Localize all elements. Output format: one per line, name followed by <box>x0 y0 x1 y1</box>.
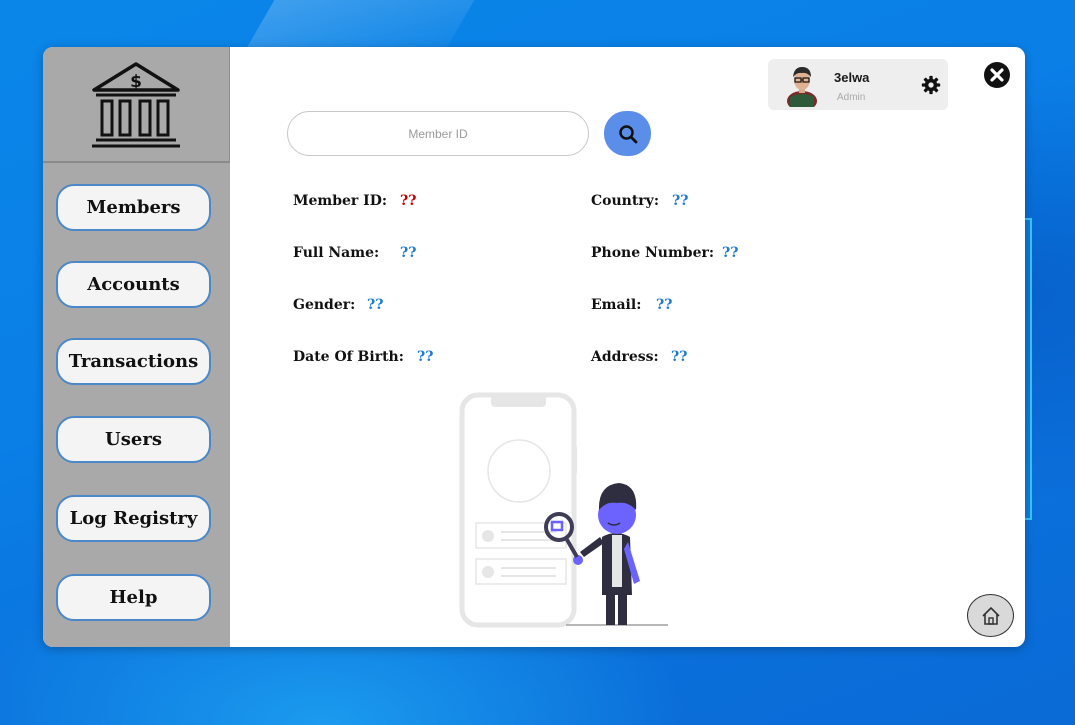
search-button[interactable] <box>604 111 651 156</box>
nav-transactions-button[interactable]: Transactions <box>56 338 211 385</box>
logo-area: $ <box>43 47 230 163</box>
user-profile-card: 3elwa Admin <box>768 59 948 110</box>
nav-accounts-button[interactable]: Accounts <box>56 261 211 308</box>
full-name-label: Full Name: <box>293 245 380 261</box>
nav-members-button[interactable]: Members <box>56 184 211 231</box>
nav-help-button[interactable]: Help <box>56 574 211 621</box>
gear-icon[interactable] <box>921 75 941 95</box>
avatar <box>786 63 818 107</box>
search-illustration <box>459 392 668 628</box>
phone-number-value: ?? <box>722 245 739 261</box>
date-of-birth-value: ?? <box>417 349 434 365</box>
nav-users-button[interactable]: Users <box>56 416 211 463</box>
nav-log-registry-button[interactable]: Log Registry <box>56 495 211 542</box>
search-icon <box>618 124 637 143</box>
close-icon[interactable] <box>983 61 1011 89</box>
user-role: Admin <box>837 92 866 103</box>
member-id-search-input[interactable] <box>287 111 589 156</box>
user-name: 3elwa <box>834 70 870 85</box>
phone-number-label: Phone Number: <box>591 245 715 261</box>
gender-value: ?? <box>367 297 384 313</box>
address-value: ?? <box>671 349 688 365</box>
address-label: Address: <box>591 349 659 365</box>
member-id-value: ?? <box>400 193 417 209</box>
country-value: ?? <box>672 193 689 209</box>
gender-label: Gender: <box>293 297 356 313</box>
date-of-birth-label: Date Of Birth: <box>293 349 404 365</box>
country-label: Country: <box>591 193 659 209</box>
app-window: $ Members Accounts Transactions Users Lo… <box>43 47 1025 647</box>
bank-icon: $ <box>92 62 180 148</box>
email-label: Email: <box>591 297 642 313</box>
home-button[interactable] <box>967 594 1014 637</box>
email-value: ?? <box>656 297 673 313</box>
full-name-value: ?? <box>400 245 417 261</box>
member-id-label: Member ID: <box>293 193 388 209</box>
sidebar: $ Members Accounts Transactions Users Lo… <box>43 47 230 647</box>
home-icon <box>981 606 1000 625</box>
svg-text:$: $ <box>130 72 142 92</box>
